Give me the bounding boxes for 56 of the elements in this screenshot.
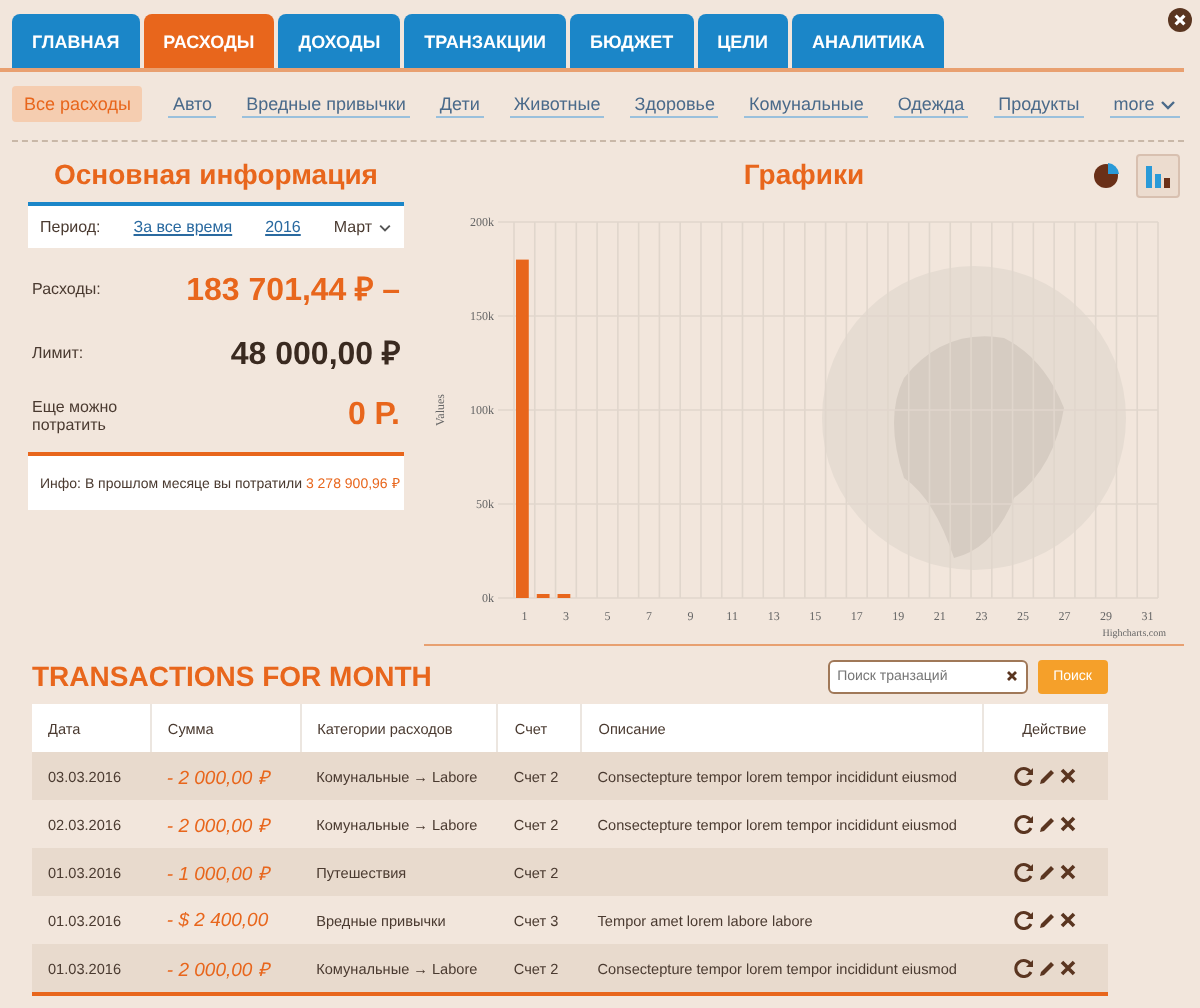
stat-value: 183 701,44 ₽ – (186, 272, 400, 310)
category-tab[interactable]: Продукты (994, 91, 1084, 117)
pencil-icon[interactable] (1038, 959, 1057, 978)
delete-icon[interactable] (1060, 960, 1077, 977)
section-title: Графики (743, 156, 865, 190)
delete-icon[interactable] (1060, 864, 1077, 881)
category-tab[interactable]: Животные (509, 91, 605, 117)
stat-value: 0 Р. (347, 398, 400, 434)
stat-label: Еще можно потратить (32, 398, 120, 434)
nav-tab[interactable]: ДОХОДЫ (278, 14, 401, 68)
stat-value: 48 000,00 ₽ (230, 336, 400, 374)
amount-cell: - 2 000,00 ₽ (150, 752, 301, 800)
bar-chart-icon (1144, 162, 1172, 190)
pencil-icon[interactable] (1038, 863, 1057, 882)
refresh-icon[interactable] (1014, 766, 1035, 787)
pie-chart-icon (1092, 162, 1120, 190)
nav-tab[interactable]: ТРАНЗАКЦИИ (404, 14, 567, 68)
category-tab[interactable]: Здоровье (630, 91, 719, 117)
category-tab[interactable]: Одежда (893, 91, 969, 117)
stat-label: Лимит: (32, 343, 86, 361)
section-title: Основная информация (52, 158, 380, 190)
refresh-icon[interactable] (1014, 862, 1035, 883)
clear-icon[interactable] (1005, 669, 1018, 681)
nav-tab[interactable]: ГЛАВНАЯ (12, 14, 140, 68)
refresh-icon[interactable] (1014, 910, 1035, 931)
nav-tab[interactable]: ЦЕЛИ (697, 14, 788, 68)
nav-tab[interactable]: АНАЛИТИКА (791, 14, 945, 68)
stat-label: Расходы: (32, 279, 103, 297)
pencil-icon[interactable] (1038, 911, 1057, 930)
nav-tab[interactable]: РАСХОДЫ (143, 14, 275, 68)
delete-icon[interactable] (1060, 912, 1077, 929)
caret-icon (1160, 99, 1177, 110)
refresh-icon[interactable] (1014, 958, 1035, 979)
amount-cell: - $ 2 400,00 (150, 896, 301, 944)
more-menu[interactable]: more (1109, 91, 1181, 117)
period-label: Период: (40, 218, 101, 236)
section-title: TRANSACTIONS FOR MONTH (32, 660, 432, 692)
category-tab[interactable]: Вредные привычки (242, 91, 410, 117)
category-tab[interactable]: Комунальные (744, 91, 868, 117)
caret-icon (378, 223, 392, 232)
close-icon[interactable] (1168, 8, 1192, 32)
delete-icon[interactable] (1060, 768, 1077, 785)
pencil-icon[interactable] (1038, 815, 1057, 834)
refresh-icon[interactable] (1014, 814, 1035, 835)
pencil-icon[interactable] (1038, 767, 1057, 786)
category-tab[interactable]: Дети (435, 91, 484, 117)
amount-cell: - 2 000,00 ₽ (150, 944, 301, 994)
amount-cell: - 1 000,00 ₽ (150, 848, 301, 896)
delete-icon[interactable] (1060, 816, 1077, 833)
period-link[interactable]: За все время (133, 218, 233, 236)
chart-type-button[interactable] (1136, 154, 1180, 198)
nav-tab[interactable]: БЮДЖЕТ (570, 14, 694, 68)
category-tab[interactable]: Авто (168, 91, 217, 117)
period-link[interactable]: 2016 (265, 218, 301, 236)
amount-cell: - 2 000,00 ₽ (150, 800, 301, 848)
month-dropdown[interactable]: Март (333, 218, 392, 236)
